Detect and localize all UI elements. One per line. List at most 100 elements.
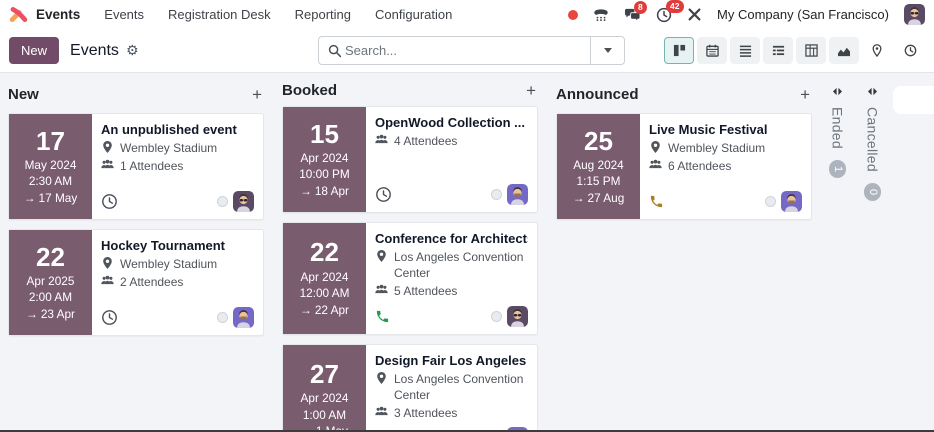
responsible-avatar[interactable]	[507, 184, 528, 205]
activities-clock-icon[interactable]: 42	[656, 7, 672, 23]
event-card[interactable]: 15 Apr 2024 10:00 PM →18 Apr OpenWood Co…	[282, 106, 538, 213]
collapsed-column-cancelled[interactable]: Cancelled 0	[859, 82, 886, 201]
attendees-text: 4 Attendees	[394, 133, 457, 149]
expand-column-icon[interactable]	[832, 87, 843, 96]
nav-item-events[interactable]: Events	[104, 7, 144, 22]
event-card-footer	[375, 302, 528, 327]
gear-icon[interactable]: ⚙	[126, 43, 139, 59]
view-button-activity[interactable]	[895, 37, 925, 64]
event-date-block: 25 Aug 2024 1:15 PM →27 Aug	[557, 114, 640, 219]
kanban-state-dot[interactable]	[491, 311, 502, 322]
attendees-text: 5 Attendees	[394, 283, 457, 299]
view-button-gantt[interactable]	[763, 37, 793, 64]
new-button[interactable]: New	[9, 37, 59, 64]
view-button-pivot[interactable]	[796, 37, 826, 64]
event-location: Wembley Stadium	[649, 140, 802, 156]
messages-badge: 8	[634, 1, 647, 14]
list-view-icon	[739, 44, 752, 57]
attendees-text: 1 Attendees	[120, 158, 183, 174]
activity-phone-icon[interactable]	[375, 309, 390, 324]
view-button-map[interactable]	[862, 37, 892, 64]
activity-phone-icon[interactable]	[649, 194, 664, 209]
footer-right	[491, 306, 528, 327]
kanban-state-dot[interactable]	[765, 196, 776, 207]
responsible-avatar[interactable]	[781, 191, 802, 212]
event-end-date: →18 Apr	[300, 183, 349, 201]
event-end-date: →17 May	[24, 190, 77, 208]
arrow-right-icon: →	[24, 191, 36, 205]
event-card[interactable]: 22 Apr 2024 12:00 AM →22 Apr Conference …	[282, 222, 538, 335]
add-record-icon[interactable]: +	[524, 82, 538, 99]
add-record-icon[interactable]: +	[250, 86, 264, 103]
location-text: Wembley Stadium	[668, 140, 765, 156]
event-attendees: 3 Attendees	[375, 405, 528, 421]
event-card[interactable]: 27 Apr 2024 1:00 AM →1 May Design Fair L…	[282, 344, 538, 431]
event-card[interactable]: 17 May 2024 2:30 AM →17 May An unpublish…	[8, 113, 264, 220]
event-day: 22	[36, 242, 65, 273]
event-card-body: Conference for Architects Los Angeles Co…	[366, 223, 537, 334]
footer-right	[491, 184, 528, 205]
view-button-calendar[interactable]	[697, 37, 727, 64]
responsible-avatar[interactable]	[507, 306, 528, 327]
event-title: Live Music Festival	[649, 122, 802, 137]
collapsed-column-ended[interactable]: Ended 1	[824, 82, 851, 201]
event-title: Conference for Architects	[375, 231, 528, 246]
arrow-right-icon: →	[26, 307, 38, 321]
event-date-block: 22 Apr 2025 2:00 AM →23 Apr	[9, 230, 92, 335]
column-title: Announced	[556, 86, 639, 103]
messages-icon[interactable]: 8	[624, 8, 641, 22]
voip-phone-icon[interactable]	[593, 8, 609, 22]
attendees-text: 3 Attendees	[394, 405, 457, 421]
event-location: Los Angeles Convention Center	[375, 371, 528, 403]
graph-view-icon	[837, 45, 851, 57]
kanban-state-dot[interactable]	[217, 196, 228, 207]
company-switcher[interactable]: My Company (San Francisco)	[717, 7, 889, 22]
nav-item-registration-desk[interactable]: Registration Desk	[168, 7, 271, 22]
expand-column-icon[interactable]	[867, 87, 878, 96]
kanban-state-dot[interactable]	[217, 312, 228, 323]
nav-item-configuration[interactable]: Configuration	[375, 7, 452, 22]
odoo-logo-icon[interactable]	[9, 6, 28, 23]
event-date-block: 15 Apr 2024 10:00 PM →18 Apr	[283, 107, 366, 212]
footer-right	[765, 191, 802, 212]
responsible-avatar[interactable]	[233, 307, 254, 328]
event-attendees: 6 Attendees	[649, 158, 802, 174]
event-time: 10:00 PM	[299, 166, 350, 183]
column-header: Booked +	[282, 82, 538, 99]
tools-icon[interactable]	[687, 7, 702, 22]
map-view-icon	[872, 44, 882, 57]
arrow-right-icon: →	[300, 303, 312, 317]
event-card[interactable]: 22 Apr 2025 2:00 AM →23 Apr Hockey Tourn…	[8, 229, 264, 336]
view-button-kanban[interactable]	[664, 37, 694, 64]
add-column-box[interactable]	[893, 86, 934, 114]
collapsed-column-title: Ended	[830, 107, 846, 149]
event-location: Wembley Stadium	[101, 256, 254, 272]
attendees-icon	[375, 133, 388, 149]
activity-clock-icon[interactable]	[375, 186, 392, 203]
event-location: Wembley Stadium	[101, 140, 254, 156]
calendar-view-icon	[706, 44, 719, 57]
view-switcher	[664, 37, 925, 64]
column-title: New	[8, 86, 39, 103]
event-time: 2:30 AM	[29, 173, 72, 190]
search-input[interactable]	[345, 43, 590, 58]
kanban-state-dot[interactable]	[491, 189, 502, 200]
event-card-body: Design Fair Los Angeles Los Angeles Conv…	[366, 345, 537, 431]
event-card[interactable]: 25 Aug 2024 1:15 PM →27 Aug Live Music F…	[556, 113, 812, 220]
column-header: New +	[8, 82, 264, 106]
event-end-date: →22 Apr	[300, 302, 349, 320]
user-avatar[interactable]	[904, 4, 925, 25]
activity-clock-icon[interactable]	[101, 309, 118, 326]
event-month-year: Apr 2025	[27, 273, 75, 290]
event-month-year: Apr 2024	[301, 269, 349, 286]
activity-clock-icon[interactable]	[101, 193, 118, 210]
event-attendees: 4 Attendees	[375, 133, 528, 149]
nav-item-reporting[interactable]: Reporting	[295, 7, 351, 22]
responsible-avatar[interactable]	[233, 191, 254, 212]
view-button-list[interactable]	[730, 37, 760, 64]
search-filters-toggle[interactable]	[590, 37, 624, 64]
app-name[interactable]: Events	[36, 7, 80, 22]
location-pin-icon	[101, 256, 114, 272]
view-button-graph[interactable]	[829, 37, 859, 64]
add-record-icon[interactable]: +	[798, 86, 812, 103]
